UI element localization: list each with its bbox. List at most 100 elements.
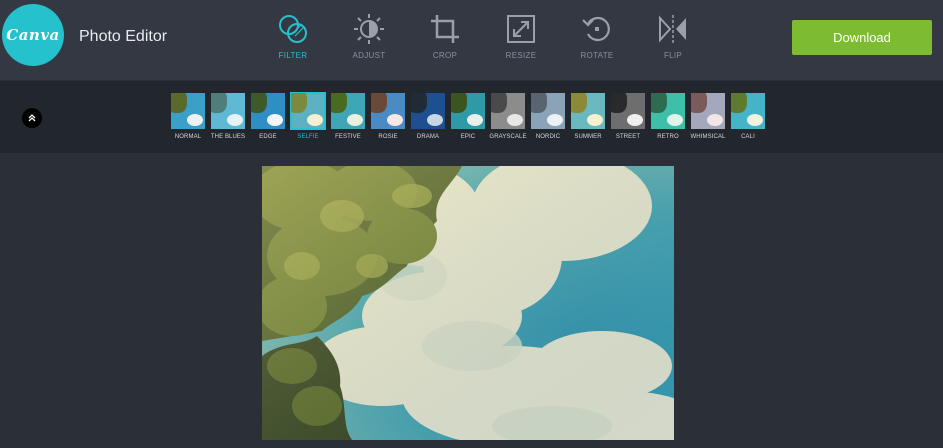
filter-grayscale[interactable]: GRAYSCALE bbox=[488, 93, 528, 140]
filter-label: CALI bbox=[741, 134, 755, 140]
thumbnail-cloud bbox=[427, 114, 443, 126]
thumbnail-tree bbox=[251, 93, 267, 113]
tool-label: FLIP bbox=[663, 51, 683, 60]
filter-summer[interactable]: SUMMER bbox=[568, 93, 608, 140]
top-toolbar: Canva Photo Editor FILTER ADJUST CROP RE… bbox=[0, 0, 943, 81]
tool-label: ROTATE bbox=[580, 51, 614, 60]
thumbnail-tree bbox=[451, 93, 467, 113]
download-button[interactable]: Download bbox=[792, 20, 932, 55]
thumbnail-cloud bbox=[187, 114, 203, 126]
tool-label: ADJUST bbox=[352, 51, 386, 60]
thumbnail-cloud bbox=[507, 114, 523, 126]
filter-label: SUMMER bbox=[574, 134, 602, 140]
filter-bar: NORMAL THE BLUES EDGE SELFIE FESTIVE ROSIE DRA… bbox=[0, 81, 943, 153]
thumbnail-cloud bbox=[307, 114, 323, 126]
thumbnail-tree bbox=[211, 93, 227, 113]
filter-label: NORDIC bbox=[535, 134, 561, 140]
thumbnail-cloud bbox=[467, 114, 483, 126]
canva-logo[interactable]: Canva bbox=[2, 4, 64, 66]
adjust-icon bbox=[354, 14, 384, 44]
filter-thumbnail bbox=[371, 93, 405, 129]
filter-thumbnail bbox=[691, 93, 725, 129]
filter-thumbnail bbox=[211, 93, 245, 129]
thumbnail-cloud bbox=[387, 114, 403, 126]
filter-thumbnail bbox=[731, 93, 765, 129]
filter-selfie[interactable]: SELFIE bbox=[288, 92, 328, 140]
filter-label: GRAYSCALE bbox=[489, 134, 527, 140]
chevron-up-icon[interactable] bbox=[22, 108, 42, 128]
filter-thumbnail bbox=[651, 93, 685, 129]
thumbnail-tree bbox=[531, 93, 547, 113]
filter-thumbnail bbox=[331, 93, 365, 129]
tool-crop[interactable]: CROP bbox=[407, 0, 483, 80]
app-title: Photo Editor bbox=[79, 28, 168, 45]
filter-street[interactable]: STREET bbox=[608, 93, 648, 140]
filter-thumbnail bbox=[290, 92, 326, 130]
filter-epic[interactable]: EPIC bbox=[448, 93, 488, 140]
thumbnail-tree bbox=[611, 93, 627, 113]
thumbnail-tree bbox=[411, 93, 427, 113]
filter-retro[interactable]: RETRO bbox=[648, 93, 688, 140]
filter-label: ROSIE bbox=[378, 134, 398, 140]
filter-thumbnail bbox=[411, 93, 445, 129]
filter-thumbnail bbox=[251, 93, 285, 129]
filter-label: RETRO bbox=[657, 134, 679, 140]
filter-thumbnail bbox=[451, 93, 485, 129]
filter-label: SELFIE bbox=[297, 134, 319, 140]
thumbnail-tree bbox=[731, 93, 747, 113]
tool-resize[interactable]: RESIZE bbox=[483, 0, 559, 80]
resize-icon bbox=[507, 15, 535, 43]
filter-whimsical[interactable]: WHIMSICAL bbox=[688, 93, 728, 140]
filter-label: THE BLUES bbox=[210, 134, 246, 140]
tool-label: RESIZE bbox=[505, 51, 537, 60]
thumbnail-tree bbox=[651, 93, 667, 113]
filter-rosie[interactable]: ROSIE bbox=[368, 93, 408, 140]
edited-photo bbox=[262, 166, 674, 440]
filter-normal[interactable]: NORMAL bbox=[168, 93, 208, 140]
filter-thumbnail bbox=[491, 93, 525, 129]
thumbnail-cloud bbox=[547, 114, 563, 126]
thumbnail-tree bbox=[571, 93, 587, 113]
thumbnail-tree bbox=[691, 93, 707, 113]
filter-label: EDGE bbox=[259, 134, 277, 140]
thumbnail-cloud bbox=[747, 114, 763, 126]
thumbnail-cloud bbox=[707, 114, 723, 126]
filter-label: NORMAL bbox=[174, 134, 202, 140]
tool-label: CROP bbox=[432, 51, 458, 60]
filter-label: FESTIVE bbox=[335, 134, 361, 140]
filter-thumbnail bbox=[171, 93, 205, 129]
tool-label: FILTER bbox=[278, 51, 308, 60]
edit-tools: FILTER ADJUST CROP RESIZE ROTATE FLIP bbox=[255, 0, 711, 80]
thumbnail-tree bbox=[491, 93, 507, 113]
thumbnail-cloud bbox=[587, 114, 603, 126]
filter-drama[interactable]: DRAMA bbox=[408, 93, 448, 140]
filter-cali[interactable]: CALI bbox=[728, 93, 768, 140]
filter-list: NORMAL THE BLUES EDGE SELFIE FESTIVE ROSIE DRA… bbox=[168, 92, 768, 140]
thumbnail-cloud bbox=[627, 114, 643, 126]
rotate-icon bbox=[582, 16, 610, 42]
thumbnail-cloud bbox=[227, 114, 243, 126]
thumbnail-tree bbox=[331, 93, 347, 113]
filter-nordic[interactable]: NORDIC bbox=[528, 93, 568, 140]
filter-thumbnail bbox=[571, 93, 605, 129]
thumbnail-tree bbox=[371, 93, 387, 113]
flip-icon bbox=[659, 15, 686, 43]
filter-thumbnail bbox=[531, 93, 565, 129]
tool-flip[interactable]: FLIP bbox=[635, 0, 711, 80]
tool-adjust[interactable]: ADJUST bbox=[331, 0, 407, 80]
filter-label: WHIMSICAL bbox=[690, 134, 726, 140]
crop-icon bbox=[431, 15, 459, 43]
tool-rotate[interactable]: ROTATE bbox=[559, 0, 635, 80]
filter-edge[interactable]: EDGE bbox=[248, 93, 288, 140]
thumbnail-cloud bbox=[667, 114, 683, 126]
filter-thumbnail bbox=[611, 93, 645, 129]
filter-label: EPIC bbox=[460, 134, 476, 140]
filter-label: DRAMA bbox=[416, 134, 440, 140]
logo-text: Canva bbox=[6, 26, 60, 44]
tool-filter[interactable]: FILTER bbox=[255, 0, 331, 80]
photo-canvas[interactable] bbox=[262, 166, 674, 440]
thumbnail-cloud bbox=[347, 114, 363, 126]
filter-label: STREET bbox=[615, 134, 641, 140]
filter-festive[interactable]: FESTIVE bbox=[328, 93, 368, 140]
filter-the-blues[interactable]: THE BLUES bbox=[208, 93, 248, 140]
